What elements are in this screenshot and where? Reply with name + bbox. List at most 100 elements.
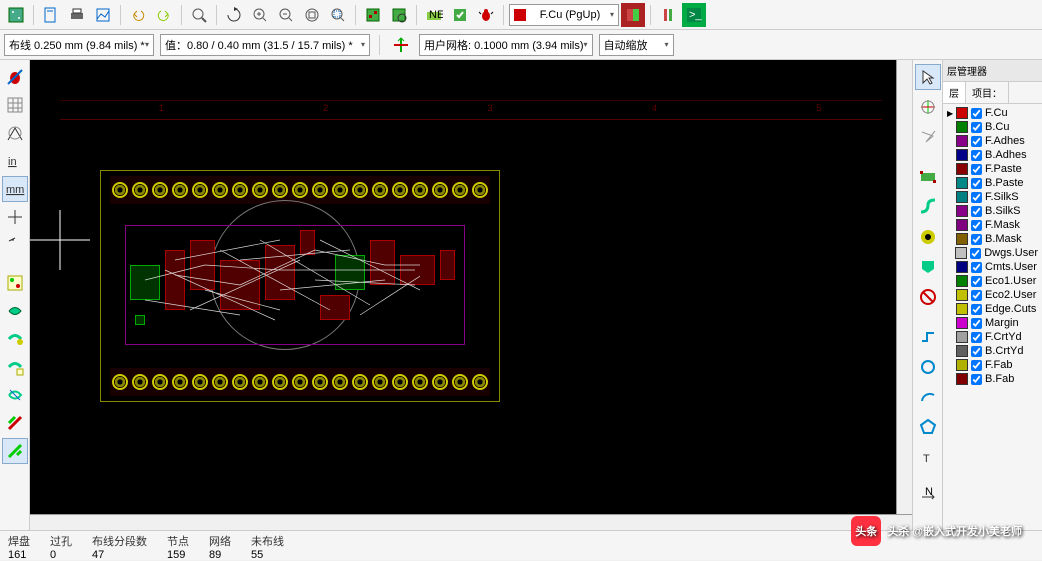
through-hole-pad[interactable] [152, 182, 168, 198]
layer-visibility-checkbox[interactable] [971, 206, 982, 217]
print-icon[interactable] [65, 3, 89, 27]
footprint[interactable] [265, 245, 295, 300]
through-hole-pad[interactable] [192, 182, 208, 198]
scripting-icon[interactable] [656, 3, 680, 27]
tab-layers[interactable]: 层 [943, 82, 966, 103]
footprint-editor-icon[interactable] [361, 3, 385, 27]
grid-size-dropdown[interactable]: 用户网格: 0.1000 mm (3.94 mils)▾ [419, 34, 593, 56]
footprint-viewer-icon[interactable] [387, 3, 411, 27]
footprint[interactable] [440, 250, 455, 280]
layer-visibility-checkbox[interactable] [971, 304, 982, 315]
draw-line-icon[interactable] [915, 324, 941, 350]
through-hole-pad[interactable] [432, 374, 448, 390]
active-layer-dropdown[interactable]: F.Cu (PgUp) ▾ [509, 4, 619, 26]
update-from-schematic-icon[interactable]: NET [422, 3, 446, 27]
through-hole-pad[interactable] [292, 182, 308, 198]
refresh-icon[interactable] [222, 3, 246, 27]
footprint[interactable] [135, 315, 145, 325]
footprint[interactable] [400, 255, 435, 285]
through-hole-pad[interactable] [232, 374, 248, 390]
layer-visibility-checkbox[interactable] [971, 374, 982, 385]
layer-pairs-icon[interactable] [621, 3, 645, 27]
layer-visibility-checkbox[interactable] [971, 220, 982, 231]
board-setup-icon[interactable] [4, 3, 28, 27]
contrast-mode-icon[interactable] [2, 410, 28, 436]
through-hole-pad[interactable] [372, 374, 388, 390]
draw-polygon-icon[interactable] [915, 414, 941, 440]
highlight-tool-icon[interactable] [915, 94, 941, 120]
through-hole-pad[interactable] [152, 374, 168, 390]
vertical-scrollbar[interactable] [896, 60, 912, 514]
through-hole-pad[interactable] [212, 374, 228, 390]
via-size-dropdown[interactable]: 值：0.80 / 0.40 mm (31.5 / 15.7 mils) *▾ [160, 34, 370, 56]
via-outline-icon[interactable] [2, 354, 28, 380]
layer-item[interactable]: F.Mask [945, 218, 1040, 232]
add-keepout-icon[interactable] [915, 284, 941, 310]
add-footprint-icon[interactable] [915, 164, 941, 190]
grid-toggle-icon[interactable] [2, 92, 28, 118]
console-icon[interactable]: >_ [682, 3, 706, 27]
zoom-in-icon[interactable] [248, 3, 272, 27]
layer-item[interactable]: B.Fab [945, 372, 1040, 386]
through-hole-pad[interactable] [312, 374, 328, 390]
redo-icon[interactable] [152, 3, 176, 27]
layer-item[interactable]: B.Paste [945, 176, 1040, 190]
select-tool-icon[interactable] [915, 64, 941, 90]
through-hole-pad[interactable] [332, 182, 348, 198]
through-hole-pad[interactable] [392, 182, 408, 198]
through-hole-pad[interactable] [432, 182, 448, 198]
layer-visibility-checkbox[interactable] [971, 276, 982, 287]
through-hole-pad[interactable] [252, 182, 268, 198]
footprint[interactable] [370, 240, 395, 285]
route-track-icon[interactable] [915, 194, 941, 220]
layer-visibility-checkbox[interactable] [971, 234, 982, 245]
through-hole-pad[interactable] [412, 182, 428, 198]
units-in-icon[interactable]: in [2, 148, 28, 174]
through-hole-pad[interactable] [312, 182, 328, 198]
through-hole-pad[interactable] [232, 182, 248, 198]
through-hole-pad[interactable] [272, 374, 288, 390]
through-hole-pad[interactable] [132, 374, 148, 390]
page-settings-icon[interactable] [39, 3, 63, 27]
layer-visibility-checkbox[interactable] [971, 290, 982, 301]
layer-item[interactable]: B.CrtYd [945, 344, 1040, 358]
layer-item[interactable]: B.Cu [945, 120, 1040, 134]
through-hole-pad[interactable] [452, 182, 468, 198]
zoom-dropdown[interactable]: 自动缩放▾ [599, 34, 674, 56]
through-hole-pad[interactable] [132, 182, 148, 198]
pcb-canvas[interactable]: 1 2 3 4 5 [30, 60, 912, 530]
through-hole-pad[interactable] [412, 374, 428, 390]
through-hole-pad[interactable] [172, 182, 188, 198]
through-hole-pad[interactable] [332, 374, 348, 390]
layer-visibility-checkbox[interactable] [971, 108, 982, 119]
zoom-selection-icon[interactable] [326, 3, 350, 27]
horizontal-scrollbar[interactable] [30, 514, 912, 530]
through-hole-pad[interactable] [452, 374, 468, 390]
show-zone-outlines-icon[interactable] [2, 298, 28, 324]
layer-item[interactable]: F.Adhes [945, 134, 1040, 148]
through-hole-pad[interactable] [172, 374, 188, 390]
add-text-icon[interactable]: T [915, 444, 941, 470]
track-width-dropdown[interactable]: 布线 0.250 mm (9.84 mils) *▾ [4, 34, 154, 56]
zoom-out-icon[interactable] [274, 3, 298, 27]
layer-visibility-checkbox[interactable] [971, 122, 982, 133]
layer-visibility-checkbox[interactable] [971, 192, 982, 203]
layer-item[interactable]: B.Adhes [945, 148, 1040, 162]
layer-item[interactable]: Cmts.User [945, 260, 1040, 274]
footprint[interactable] [335, 255, 365, 290]
layer-visibility-checkbox[interactable] [971, 136, 982, 147]
through-hole-pad[interactable] [272, 182, 288, 198]
zoom-fit-icon[interactable] [300, 3, 324, 27]
layer-item[interactable]: Eco1.User [945, 274, 1040, 288]
layer-visibility-checkbox[interactable] [970, 248, 981, 259]
draw-circle-icon[interactable] [915, 354, 941, 380]
footprint[interactable] [220, 260, 260, 310]
units-mm-icon[interactable]: mm [2, 176, 28, 202]
layer-visibility-checkbox[interactable] [971, 150, 982, 161]
layer-item[interactable]: F.Paste [945, 162, 1040, 176]
footprint[interactable] [165, 250, 185, 310]
drc-icon[interactable] [448, 3, 472, 27]
show-filled-zones-icon[interactable] [2, 270, 28, 296]
through-hole-pad[interactable] [212, 182, 228, 198]
through-hole-pad[interactable] [352, 182, 368, 198]
